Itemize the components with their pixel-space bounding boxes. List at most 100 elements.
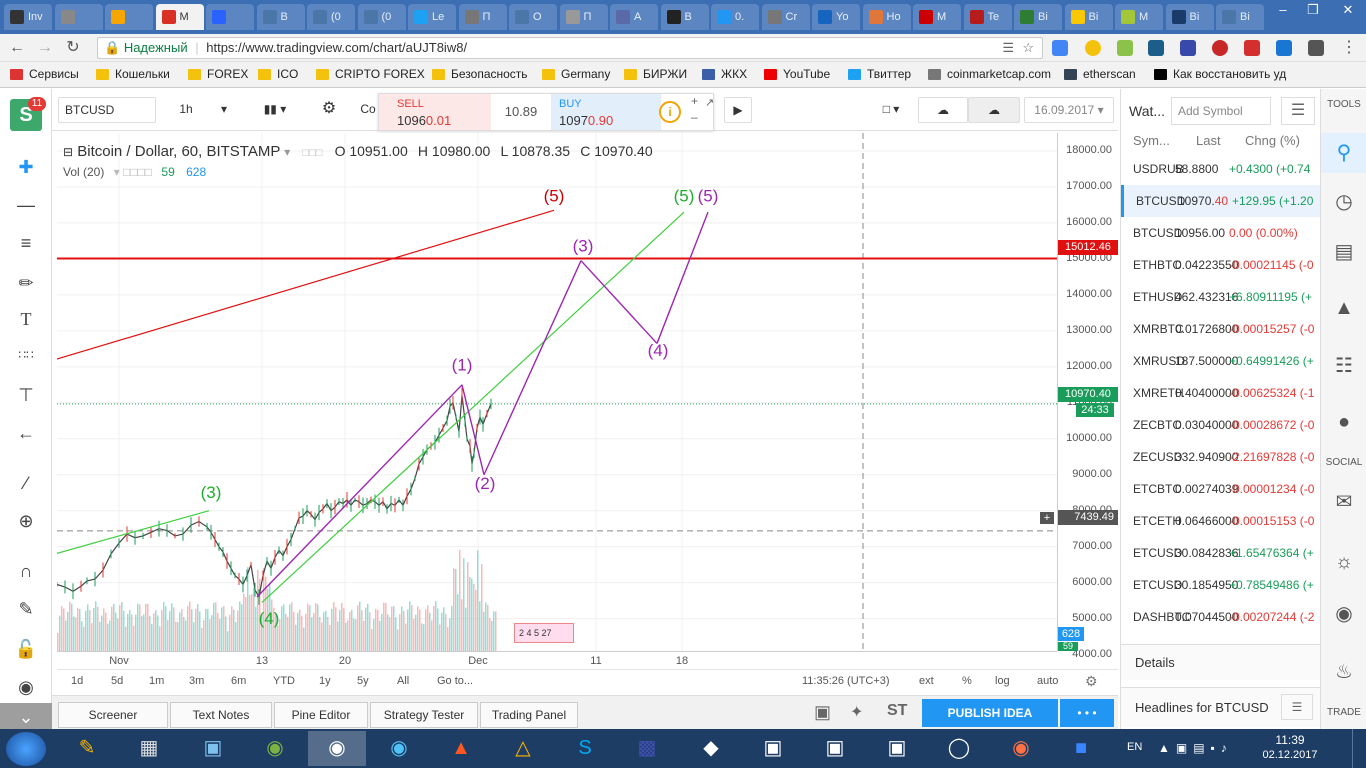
- text-tool-icon[interactable]: T: [12, 305, 40, 333]
- taskbar-brave-icon[interactable]: ▲: [432, 731, 490, 766]
- interval-dropdown[interactable]: 1h: [160, 97, 212, 123]
- trendline-tool-icon[interactable]: —: [12, 191, 40, 219]
- watchlist-row[interactable]: ETCBTC 0.00274039 -0.00001234 (-0: [1121, 473, 1321, 505]
- bottom-tab[interactable]: Screener: [58, 702, 168, 728]
- play-button[interactable]: ▶: [724, 97, 752, 123]
- collapse-icon[interactable]: ⌄: [0, 703, 52, 731]
- notification-bell-icon[interactable]: ♨: [1331, 659, 1357, 685]
- star-icon[interactable]: ☆: [1022, 38, 1034, 58]
- browser-tab[interactable]: [105, 4, 153, 30]
- bookmark-item[interactable]: Безопасность: [432, 67, 528, 81]
- bookmark-item[interactable]: Как восстановить уд: [1154, 67, 1286, 81]
- headlines-menu-icon[interactable]: ☰: [1281, 694, 1313, 720]
- wave-label-purple-1[interactable]: (1): [452, 355, 473, 374]
- prediction-tool-icon[interactable]: ⊤: [12, 381, 40, 409]
- purple-wave-segment[interactable]: [256, 384, 463, 598]
- scale-option-button[interactable]: ext: [919, 675, 934, 687]
- bookmark-item[interactable]: etherscan: [1064, 67, 1136, 81]
- settings-gear-icon[interactable]: ⚙: [314, 97, 344, 123]
- extension-cloud-icon[interactable]: [1148, 40, 1164, 56]
- start-button[interactable]: [6, 732, 46, 766]
- browser-tab[interactable]: (0: [307, 4, 355, 30]
- symbol-search-input[interactable]: BTCUSD: [58, 97, 156, 123]
- bookmark-item[interactable]: Сервисы: [10, 67, 79, 81]
- time-axis[interactable]: Nov 13 20 Dec 11 18: [57, 651, 1057, 669]
- browser-tab[interactable]: Bi: [1064, 4, 1113, 30]
- taskbar-calculator-icon[interactable]: ▦: [120, 731, 178, 766]
- bottom-tab[interactable]: Trading Panel: [480, 702, 578, 728]
- cloud-load-icon[interactable]: ☁: [918, 97, 968, 123]
- lock-icon[interactable]: 🔓: [12, 635, 40, 663]
- taskbar-globe-icon[interactable]: ◉: [246, 731, 304, 766]
- browser-tab[interactable]: Bi: [1014, 4, 1062, 30]
- purple-wave-segment[interactable]: [483, 260, 582, 476]
- browser-tab[interactable]: Le: [408, 4, 456, 30]
- date-dropdown[interactable]: 16.09.2017 ▾: [1024, 97, 1114, 123]
- range-button[interactable]: 5y: [357, 675, 369, 687]
- magnet-icon[interactable]: ∩: [12, 557, 40, 585]
- language-indicator[interactable]: EN: [1127, 741, 1142, 753]
- browser-tab[interactable]: П: [559, 4, 608, 30]
- wave-label-purple-4[interactable]: (4): [648, 341, 669, 360]
- url-field[interactable]: 🔒 Надежный | https://www.tradingview.com…: [97, 37, 1043, 59]
- wave-label-purple-3[interactable]: (3): [573, 237, 594, 256]
- taskbar-nem-icon[interactable]: ◯: [930, 731, 988, 766]
- browser-tab[interactable]: [206, 4, 254, 30]
- legend-collapse-icon[interactable]: ⊟: [63, 145, 73, 159]
- green-trend-line-left[interactable]: [57, 510, 210, 554]
- tray-icons[interactable]: ▲▣▤▪♪: [1158, 741, 1233, 755]
- cloud-save-icon[interactable]: ☁: [968, 97, 1020, 123]
- bottom-tab[interactable]: Text Notes: [170, 702, 272, 728]
- bookmark-item[interactable]: FOREX: [188, 67, 248, 81]
- browser-tab[interactable]: M: [913, 4, 961, 30]
- watchlist-row[interactable]: BTCUSD 10956.00 0.00 (0.00%): [1121, 217, 1321, 249]
- browser-tab[interactable]: В: [660, 4, 709, 30]
- watchlist-row[interactable]: XMRETH 0.40400000 -0.00625324 (-1: [1121, 377, 1321, 409]
- browser-tab[interactable]: [54, 4, 103, 30]
- economic-events[interactable]: 2 4 5 27: [514, 623, 574, 643]
- taskbar-app-icon[interactable]: △: [494, 731, 552, 766]
- taskbar-wallet-icon[interactable]: ◆: [682, 731, 740, 766]
- compare-button[interactable]: Co: [358, 97, 378, 123]
- watchlist-row[interactable]: BTCUSD 10970.40 +129.95 (+1.20: [1121, 185, 1321, 217]
- close-window-button[interactable]: ✕: [1330, 0, 1366, 20]
- wave-label-purple-2[interactable]: (2): [475, 474, 496, 493]
- taskbar-chrome-icon[interactable]: ◉: [308, 731, 366, 766]
- taskbar-terminal-icon-3[interactable]: ▣: [868, 731, 926, 766]
- browser-tab[interactable]: Cr: [761, 4, 810, 30]
- browser-tab[interactable]: Bi: [1216, 4, 1264, 30]
- range-button[interactable]: 6m: [231, 675, 246, 687]
- chart-style-button[interactable]: ▮▮ ▾: [246, 97, 304, 123]
- show-desktop-button[interactable]: [1352, 729, 1366, 768]
- browser-tab[interactable]: Inv: [4, 4, 52, 30]
- buy-button[interactable]: BUY 10970.90: [551, 94, 661, 130]
- pattern-tool-icon[interactable]: ∷∷: [12, 341, 40, 369]
- back-arrow-icon[interactable]: ←: [12, 419, 40, 447]
- measure-icon[interactable]: ∕: [12, 469, 40, 497]
- clock-date[interactable]: 02.12.2017: [1254, 749, 1326, 761]
- brush-tool-icon[interactable]: ✏: [12, 269, 40, 297]
- scale-option-button[interactable]: auto: [1037, 675, 1058, 687]
- browser-tab[interactable]: Bi: [1165, 4, 1214, 30]
- taskbar-other-icon[interactable]: ■: [1052, 731, 1110, 766]
- sell-button[interactable]: SELL 10960.01: [379, 94, 491, 130]
- add-symbol-input[interactable]: Add Symbol: [1171, 97, 1271, 125]
- extension-pen-icon[interactable]: [1308, 40, 1324, 56]
- chart-pane[interactable]: (3) (4) (5) (5) (1) (2) (3) (4) (5) ⊟ Bitcoin / …: [57, 133, 1057, 651]
- watchlist-row[interactable]: ETCUSD 30.0842836 +1.65476364 (+: [1121, 537, 1321, 569]
- bookmark-item[interactable]: Кошельки: [96, 67, 170, 81]
- streams-icon[interactable]: ◉: [1331, 601, 1357, 627]
- watchlist-row[interactable]: XMRBTC 0.01726800 -0.00015257 (-0: [1121, 313, 1321, 345]
- browser-tab[interactable]: Te: [963, 4, 1012, 30]
- browser-tab[interactable]: M: [1115, 4, 1163, 30]
- camera-icon[interactable]: ▣: [814, 702, 831, 723]
- eye-icon[interactable]: ◉: [12, 673, 40, 701]
- red-trend-line[interactable]: [57, 209, 555, 360]
- menu-icon[interactable]: ⋮: [1338, 37, 1360, 59]
- extension-leaf-icon[interactable]: [1117, 40, 1133, 56]
- watchlist-row[interactable]: ZECUSD 332.940900 -2.21697828 (-0: [1121, 441, 1321, 473]
- watchlist-row[interactable]: ETHUSD 462.432316 +6.80911195 (+: [1121, 281, 1321, 313]
- range-button[interactable]: 1y: [319, 675, 331, 687]
- bookmark-item[interactable]: ЖКХ: [702, 67, 747, 81]
- bookmark-item[interactable]: CRIPTO FOREX: [316, 67, 425, 81]
